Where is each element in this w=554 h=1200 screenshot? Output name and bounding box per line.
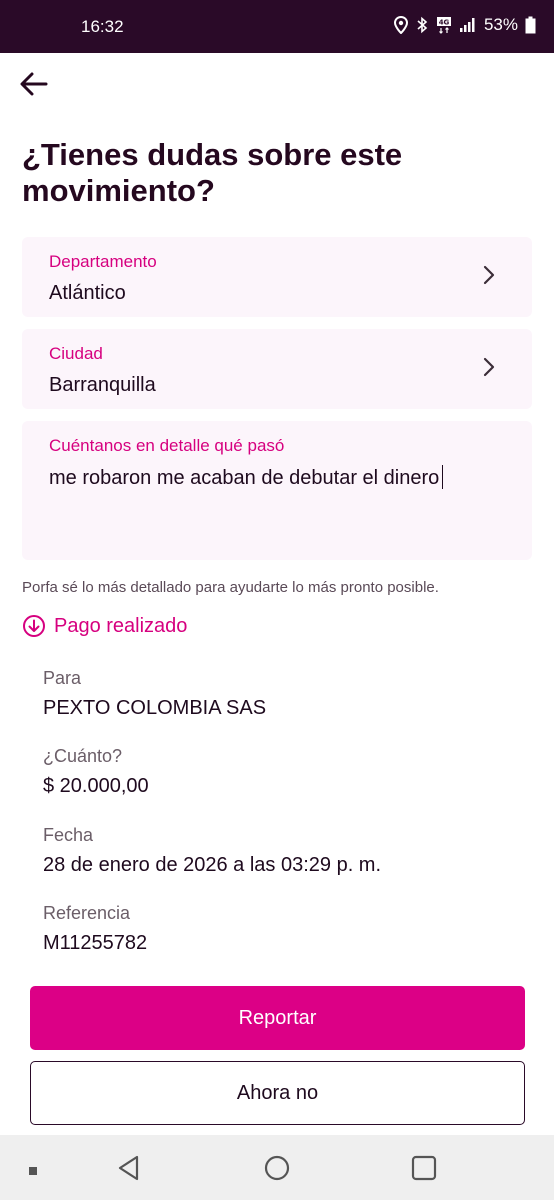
detail-para: Para PEXTO COLOMBIA SAS <box>43 668 266 720</box>
nav-back-button[interactable] <box>117 1155 141 1186</box>
fecha-label: Fecha <box>43 825 94 845</box>
status-time: 16:32 <box>81 17 124 36</box>
para-value: PEXTO COLOMBIA SAS <box>43 697 267 719</box>
pago-realizado-label: Pago realizado <box>54 614 188 637</box>
departamento-value: Atlántico <box>49 282 126 304</box>
square-recents-icon <box>411 1155 437 1181</box>
fecha-value: 28 de enero de 2026 a las 03:29 p. m. <box>43 854 382 876</box>
nav-menu-button[interactable] <box>28 1163 38 1181</box>
network-4g-icon: 4G <box>436 17 451 34</box>
para-label: Para <box>43 668 82 688</box>
signal-icon <box>459 18 475 32</box>
cuanto-value: $ 20.000,00 <box>43 775 149 797</box>
cuanto-label: ¿Cuánto? <box>43 746 123 766</box>
bluetooth-icon <box>417 16 428 34</box>
detalle-text: me robaron me acaban de debutar el diner… <box>49 467 440 489</box>
text-cursor <box>442 465 444 489</box>
detail-referencia: Referencia M11255782 <box>43 903 147 955</box>
triangle-back-icon <box>118 1155 139 1181</box>
pago-realizado-toggle[interactable]: Pago realizado <box>22 614 187 638</box>
reportar-button[interactable]: Reportar <box>30 986 525 1050</box>
status-bar: 16:32 4G 53% <box>0 0 554 53</box>
ahora-no-button[interactable]: Ahora no <box>30 1061 525 1125</box>
detalle-value: me robaron me acaban de debutar el diner… <box>49 465 444 490</box>
square-dot-icon <box>29 1167 37 1175</box>
ciudad-select[interactable]: Ciudad Barranquilla <box>22 329 532 409</box>
back-button[interactable] <box>16 66 52 102</box>
status-icons: 4G 53% <box>393 15 536 35</box>
departamento-select[interactable]: Departamento Atlántico <box>22 237 532 317</box>
location-icon <box>393 16 408 34</box>
ciudad-value: Barranquilla <box>49 374 156 396</box>
circle-arrow-down-icon <box>23 615 45 637</box>
nav-home-button[interactable] <box>264 1155 290 1186</box>
detalle-label: Cuéntanos en detalle qué pasó <box>49 436 285 455</box>
detail-cuanto: ¿Cuánto? $ 20.000,00 <box>43 746 149 798</box>
arrow-left-icon <box>20 72 48 96</box>
helper-text: Porfa sé lo más detallado para ayudarte … <box>22 579 439 596</box>
detalle-textarea[interactable]: Cuéntanos en detalle qué pasó me robaron… <box>22 421 532 560</box>
battery-icon <box>525 16 536 34</box>
nav-recents-button[interactable] <box>411 1155 437 1186</box>
svg-text:4G: 4G <box>439 19 450 27</box>
page-title: ¿Tienes dudas sobre este movimiento? <box>22 137 403 208</box>
chevron-right-icon <box>483 265 495 285</box>
ciudad-label: Ciudad <box>49 344 103 363</box>
chevron-right-icon <box>483 357 495 377</box>
circle-home-icon <box>264 1155 290 1181</box>
battery-percentage: 53% <box>483 15 518 34</box>
referencia-value: M11255782 <box>43 932 148 954</box>
referencia-label: Referencia <box>43 903 131 923</box>
system-nav-bar <box>0 1135 554 1200</box>
departamento-label: Departamento <box>49 252 157 271</box>
detail-fecha: Fecha 28 de enero de 2026 a las 03:29 p.… <box>43 825 381 877</box>
